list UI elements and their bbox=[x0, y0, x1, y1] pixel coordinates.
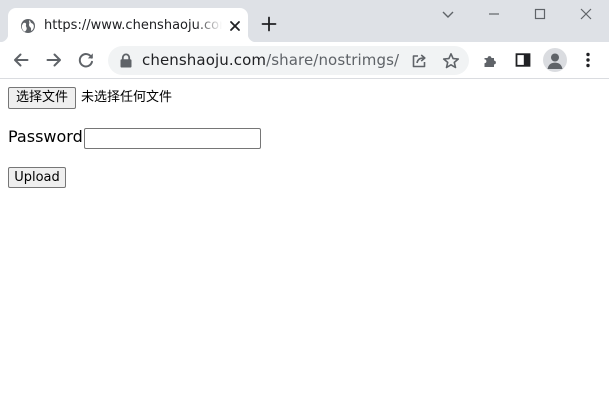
file-status-text: 未选择任何文件 bbox=[81, 90, 173, 105]
address-url[interactable]: chenshaoju.com/share/nostrimgs/ bbox=[142, 51, 399, 70]
lock-icon[interactable] bbox=[119, 53, 133, 68]
puzzle-piece-icon[interactable] bbox=[481, 50, 501, 70]
tab-search-chevron-down-icon[interactable] bbox=[438, 4, 458, 24]
globe-icon bbox=[20, 18, 36, 34]
minimize-icon[interactable] bbox=[484, 4, 504, 24]
kebab-menu-icon[interactable] bbox=[578, 50, 598, 70]
side-panel-icon[interactable] bbox=[513, 50, 533, 70]
share-icon[interactable] bbox=[409, 51, 429, 71]
forward-arrow-icon[interactable] bbox=[44, 50, 64, 70]
upload-button[interactable]: Upload bbox=[8, 167, 66, 188]
tab-title: https://www.chenshaoju.com/share/nostrim… bbox=[44, 18, 222, 33]
title-bar: https://www.chenshaoju.com/share/nostrim… bbox=[0, 0, 609, 42]
back-arrow-icon[interactable] bbox=[11, 50, 31, 70]
url-path: /share/nostrimgs/ bbox=[266, 51, 400, 69]
window-close-icon[interactable] bbox=[576, 4, 596, 24]
tab-close-icon[interactable] bbox=[227, 18, 243, 34]
choose-file-button[interactable]: 选择文件 bbox=[8, 87, 77, 109]
browser-toolbar: chenshaoju.com/share/nostrimgs/ bbox=[0, 42, 609, 79]
new-tab-plus-icon[interactable] bbox=[259, 14, 279, 34]
browser-tab[interactable]: https://www.chenshaoju.com/share/nostrim… bbox=[0, 8, 256, 42]
maximize-icon[interactable] bbox=[530, 4, 550, 24]
password-input[interactable] bbox=[84, 128, 261, 149]
url-host: chenshaoju.com bbox=[142, 51, 267, 69]
address-bar[interactable]: chenshaoju.com/share/nostrimgs/ bbox=[108, 46, 469, 75]
reload-icon[interactable] bbox=[76, 50, 96, 70]
password-label: Password: bbox=[8, 127, 89, 146]
profile-avatar-icon[interactable] bbox=[543, 48, 567, 72]
page-content: 选择文件 未选择任何文件 Password: Upload bbox=[0, 80, 609, 400]
bookmark-star-icon[interactable] bbox=[441, 51, 461, 71]
